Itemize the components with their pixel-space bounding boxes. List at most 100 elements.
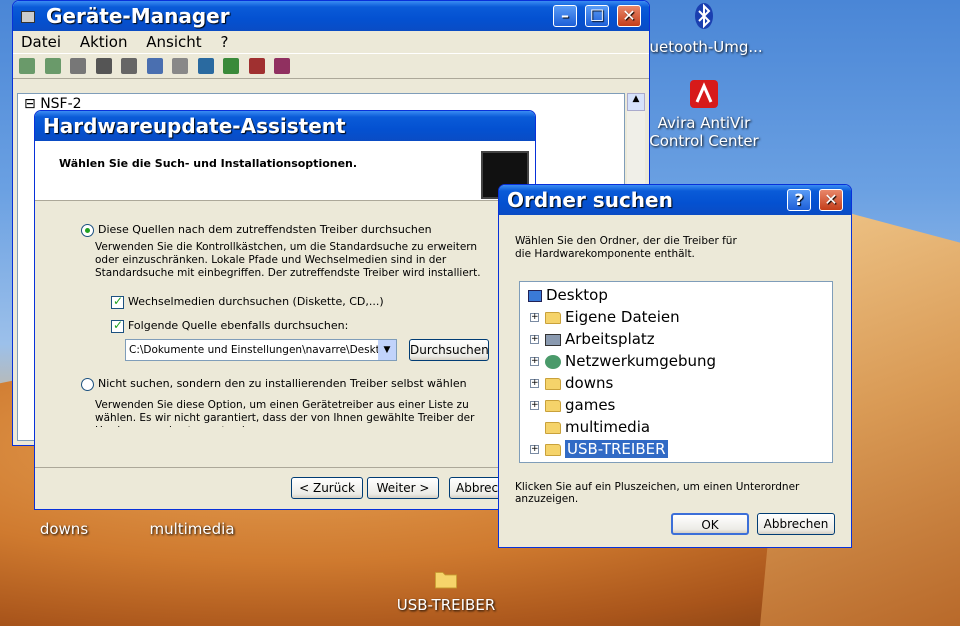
wizard-titlebar[interactable]: Hardwareupdate-Assistent	[35, 111, 535, 141]
checkbox-removable-label: Wechselmedien durchsuchen (Diskette, CD,…	[128, 295, 384, 308]
option-search-label: Diese Quellen nach dem zutreffendsten Tr…	[98, 223, 432, 236]
expand-icon[interactable]: +	[530, 379, 539, 388]
tree-item-label: multimedia	[565, 418, 651, 436]
menu-ansicht[interactable]: Ansicht	[146, 33, 201, 51]
properties-icon[interactable]	[95, 58, 112, 74]
expand-icon[interactable]: +	[530, 357, 539, 366]
tree-item-label: Netzwerkumgebung	[565, 352, 717, 370]
tree-item-label: downs	[565, 374, 614, 392]
desktop-icon-usb-treiber[interactable]: USB-TREIBER	[376, 566, 516, 614]
tree-item-usb-treiber[interactable]: + USB-TREIBER	[520, 438, 832, 460]
help-button[interactable]: ?	[787, 189, 811, 211]
checkbox-removable[interactable]: Wechselmedien durchsuchen (Diskette, CD,…	[111, 294, 491, 309]
folder-tree: Desktop + Eigene Dateien + Arbeitsplatz + N…	[519, 281, 833, 463]
bluetooth-icon	[695, 3, 713, 29]
tree-item-label: games	[565, 396, 616, 414]
computer-icon	[21, 11, 35, 23]
option-search[interactable]: Diese Quellen nach dem zutreffendsten Tr…	[81, 223, 521, 237]
disable-icon[interactable]	[248, 58, 265, 74]
hardware-wizard-window: Hardwareupdate-Assistent Wählen Sie die …	[34, 110, 536, 510]
wizard-header: Wählen Sie die Such- und Installationsop…	[35, 141, 535, 201]
computer-icon	[545, 333, 561, 346]
folder-icon	[545, 421, 561, 434]
next-button[interactable]: Weiter >	[367, 477, 439, 499]
option-manual[interactable]: Nicht suchen, sondern den zu installiere…	[81, 377, 521, 391]
option-manual-desc: Verwenden Sie diese Option, um einen Ger…	[95, 399, 475, 427]
checkbox-source-label: Folgende Quelle ebenfalls durchsuchen:	[128, 319, 349, 332]
window-icon[interactable]	[172, 58, 188, 74]
menu-bar: Datei Aktion Ansicht ?	[13, 31, 649, 53]
folder-cancel-button[interactable]: Abbrechen	[757, 513, 835, 535]
tree-item-label: Arbeitsplatz	[565, 330, 655, 348]
window-title: Hardwareupdate-Assistent	[43, 114, 346, 138]
folder-hint: Klicken Sie auf ein Pluszeichen, um eine…	[515, 481, 800, 505]
menu-help[interactable]: ?	[220, 33, 228, 51]
maximize-button[interactable]: ☐	[585, 5, 609, 27]
path-value: C:\Dokumente und Einstellungen\navarre\D…	[129, 344, 393, 356]
folder-dialog-titlebar[interactable]: Ordner suchen ? ✕	[499, 185, 851, 215]
toolbar	[13, 53, 649, 79]
scan-icon[interactable]	[197, 58, 214, 74]
documents-icon	[545, 311, 561, 324]
desktop-icon-label: luetooth-Umg...	[645, 38, 763, 56]
minimize-button[interactable]: –	[553, 5, 577, 27]
radio-search[interactable]	[81, 223, 94, 237]
window-title: Geräte-Manager	[45, 4, 230, 28]
print-icon[interactable]	[121, 58, 137, 74]
tree-item-multimedia[interactable]: multimedia	[520, 416, 832, 438]
checkbox-removable-box[interactable]	[111, 294, 124, 309]
tree-item-downs[interactable]: + downs	[520, 372, 832, 394]
expand-icon[interactable]: +	[530, 313, 539, 322]
folder-icon	[545, 443, 561, 456]
browse-button[interactable]: Durchsuchen	[409, 339, 489, 361]
back-arrow-icon[interactable]	[19, 58, 35, 74]
avira-icon	[690, 80, 718, 108]
folder-prompt: Wählen Sie den Ordner, der die Treiber f…	[515, 235, 737, 260]
tree-item-games[interactable]: + games	[520, 394, 832, 416]
tree-item-desktop[interactable]: Desktop	[520, 284, 832, 306]
checkbox-source-box[interactable]	[111, 318, 124, 333]
tree-item-arbeitsplatz[interactable]: + Arbeitsplatz	[520, 328, 832, 350]
close-button[interactable]: ✕	[617, 5, 641, 27]
tree-item-label: USB-TREIBER	[565, 440, 668, 458]
menu-aktion[interactable]: Aktion	[80, 33, 128, 51]
view-icon[interactable]	[70, 58, 86, 74]
help-icon[interactable]	[146, 58, 163, 74]
scroll-up-button[interactable]: ▲	[627, 93, 645, 111]
expand-icon[interactable]: +	[530, 401, 539, 410]
desktop-icon-label: multimedia	[149, 520, 235, 538]
folder-icon	[545, 399, 561, 412]
close-button[interactable]: ✕	[819, 189, 843, 211]
folder-icon	[435, 572, 457, 589]
tree-item-eigene-dateien[interactable]: + Eigene Dateien	[520, 306, 832, 328]
desktop-icon-avira[interactable]: Avira AntiVir Control Center	[634, 78, 774, 150]
tree-item-netzwerk[interactable]: + Netzwerkumgebung	[520, 350, 832, 372]
uninstall-icon[interactable]	[274, 58, 290, 74]
desktop-icon-multimedia[interactable]: multimedia	[122, 520, 262, 538]
chevron-down-icon[interactable]: ▼	[378, 340, 396, 360]
expand-icon[interactable]: +	[530, 445, 539, 454]
desktop-icon	[528, 289, 542, 302]
desktop-icon-label: USB-TREIBER	[396, 596, 496, 614]
ok-button[interactable]: OK	[671, 513, 749, 535]
folder-icon	[545, 377, 561, 390]
tree-item-label: Eigene Dateien	[565, 308, 680, 326]
menu-datei[interactable]: Datei	[21, 33, 61, 51]
desktop-icon-downs[interactable]: downs	[0, 520, 134, 538]
wizard-heading: Wählen Sie die Such- und Installationsop…	[59, 157, 358, 170]
update-icon[interactable]	[223, 58, 239, 74]
tree-item-label: Desktop	[546, 286, 608, 304]
device-manager-titlebar[interactable]: Geräte-Manager – ☐ ✕	[13, 1, 649, 31]
option-search-desc: Verwenden Sie die Kontrollkästchen, um d…	[95, 241, 481, 279]
desktop-icon-label: downs	[39, 520, 89, 538]
radio-manual[interactable]	[81, 377, 94, 391]
back-button[interactable]: < Zurück	[291, 477, 363, 499]
checkbox-source[interactable]: Folgende Quelle ebenfalls durchsuchen:	[111, 318, 491, 333]
expand-icon[interactable]: +	[530, 335, 539, 344]
desktop-icon-bluetooth[interactable]: luetooth-Umg...	[634, 2, 774, 56]
folder-dialog: Ordner suchen ? ✕ Wählen Sie den Ordner,…	[498, 184, 852, 548]
path-combobox[interactable]: C:\Dokumente und Einstellungen\navarre\D…	[125, 339, 397, 361]
forward-arrow-icon[interactable]	[44, 58, 61, 74]
desktop-icon-label: Avira AntiVir Control Center	[649, 114, 759, 150]
option-manual-label: Nicht suchen, sondern den zu installiere…	[98, 377, 467, 390]
